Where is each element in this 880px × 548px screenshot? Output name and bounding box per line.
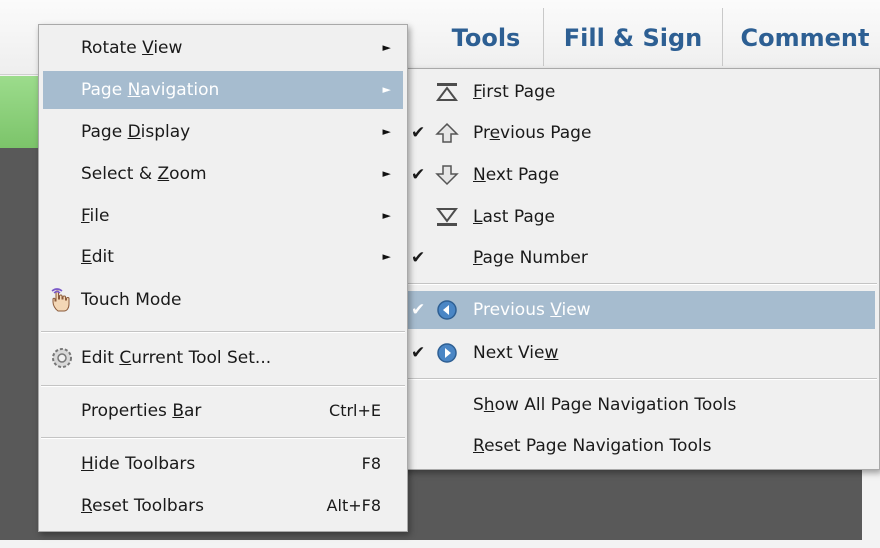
shortcut-label: Alt+F8	[326, 496, 381, 515]
tools-button[interactable]: Tools	[438, 8, 534, 68]
menu-item-reset-toolbars[interactable]: Reset Toolbars Alt+F8	[43, 487, 403, 525]
menu-item-next-page[interactable]: ✔ Next Page	[403, 156, 875, 194]
menu-item-hide-toolbars[interactable]: Hide Toolbars F8	[43, 445, 403, 483]
menu-item-properties-bar[interactable]: Properties Bar Ctrl+E	[43, 392, 403, 430]
menu-item-touch-mode[interactable]: Touch Mode	[43, 281, 403, 319]
menu-item-page-display[interactable]: Page Display ►	[43, 113, 403, 151]
menu-item-previous-view[interactable]: ✔ Previous View	[403, 291, 875, 329]
check-icon: ✔	[411, 165, 426, 185]
menu-item-label: File	[81, 206, 110, 226]
menu-item-last-page[interactable]: Last Page	[403, 198, 875, 236]
menu-item-first-page[interactable]: First Page	[403, 73, 875, 111]
menu-item-label: Page Navigation	[81, 80, 220, 100]
menu-item-label: Page Display	[81, 122, 191, 142]
window-edge	[0, 540, 880, 548]
forward-circle-icon	[437, 343, 457, 363]
toolbar-divider	[722, 8, 723, 66]
up-arrow-icon	[435, 122, 459, 143]
menu-item-label: Edit Current Tool Set...	[81, 348, 272, 368]
view-context-menu: Rotate View ► Page Navigation ► Page Dis…	[38, 24, 408, 532]
check-icon: ✔	[411, 123, 426, 143]
touch-hand-icon	[51, 288, 70, 312]
green-panel-edge	[0, 76, 40, 148]
menu-item-label: Show All Page Navigation Tools	[473, 395, 737, 415]
menu-item-label: First Page	[473, 82, 556, 102]
menu-item-reset-nav-tools[interactable]: Reset Page Navigation Tools	[403, 427, 875, 465]
comment-button[interactable]: Comment	[730, 8, 880, 68]
menu-item-show-all-nav-tools[interactable]: Show All Page Navigation Tools	[403, 386, 875, 424]
shortcut-label: Ctrl+E	[329, 401, 381, 420]
menu-item-page-navigation[interactable]: Page Navigation ►	[43, 71, 403, 109]
menu-item-label: Previous Page	[473, 123, 592, 143]
menu-item-page-number[interactable]: ✔ Page Number	[403, 239, 875, 277]
menu-item-label: Rotate View	[81, 38, 183, 58]
check-icon: ✔	[411, 343, 426, 363]
shortcut-label: F8	[361, 454, 381, 473]
menu-item-previous-page[interactable]: ✔ Previous Page	[403, 114, 875, 152]
menu-separator	[41, 437, 405, 439]
menu-item-label: Select & Zoom	[81, 164, 207, 184]
menu-item-label: Reset Toolbars	[81, 496, 204, 516]
gear-icon	[52, 348, 72, 368]
menu-item-edit[interactable]: Edit ►	[43, 238, 403, 276]
menu-item-rotate-view[interactable]: Rotate View ►	[43, 29, 403, 67]
submenu-arrow-icon: ►	[382, 41, 391, 54]
menu-separator	[41, 385, 405, 387]
menu-item-label: Page Number	[473, 248, 588, 268]
last-page-icon	[436, 208, 458, 226]
menu-item-file[interactable]: File ►	[43, 197, 403, 235]
submenu-arrow-icon: ►	[382, 125, 391, 138]
menu-item-label: Previous View	[473, 300, 591, 320]
down-arrow-icon	[435, 165, 459, 186]
menu-separator	[401, 378, 877, 380]
menu-item-label: Reset Page Navigation Tools	[473, 436, 712, 456]
submenu-arrow-icon: ►	[382, 83, 391, 96]
menu-item-label: Last Page	[473, 207, 555, 227]
submenu-arrow-icon: ►	[382, 167, 391, 180]
menu-item-label: Next Page	[473, 165, 560, 185]
submenu-arrow-icon: ►	[382, 209, 391, 222]
check-icon: ✔	[411, 248, 426, 268]
check-icon: ✔	[411, 300, 426, 320]
menu-item-label: Hide Toolbars	[81, 454, 196, 474]
page-navigation-submenu: First Page ✔ Previous Page ✔ Next Page L…	[398, 68, 880, 470]
submenu-arrow-icon: ►	[382, 250, 391, 263]
menu-separator	[41, 331, 405, 333]
menu-item-next-view[interactable]: ✔ Next View	[403, 334, 875, 372]
menu-item-label: Touch Mode	[81, 290, 182, 310]
menu-item-label: Properties Bar	[81, 401, 202, 421]
toolbar-divider	[543, 8, 544, 66]
back-circle-icon	[437, 300, 457, 320]
first-page-icon	[436, 83, 458, 101]
fill-sign-button[interactable]: Fill & Sign	[552, 8, 714, 68]
menu-item-select-zoom[interactable]: Select & Zoom ►	[43, 155, 403, 193]
menu-separator	[401, 283, 877, 285]
menu-item-edit-current-tool-set[interactable]: Edit Current Tool Set...	[43, 339, 403, 377]
menu-item-label: Edit	[81, 247, 114, 267]
menu-item-label: Next View	[473, 343, 559, 363]
